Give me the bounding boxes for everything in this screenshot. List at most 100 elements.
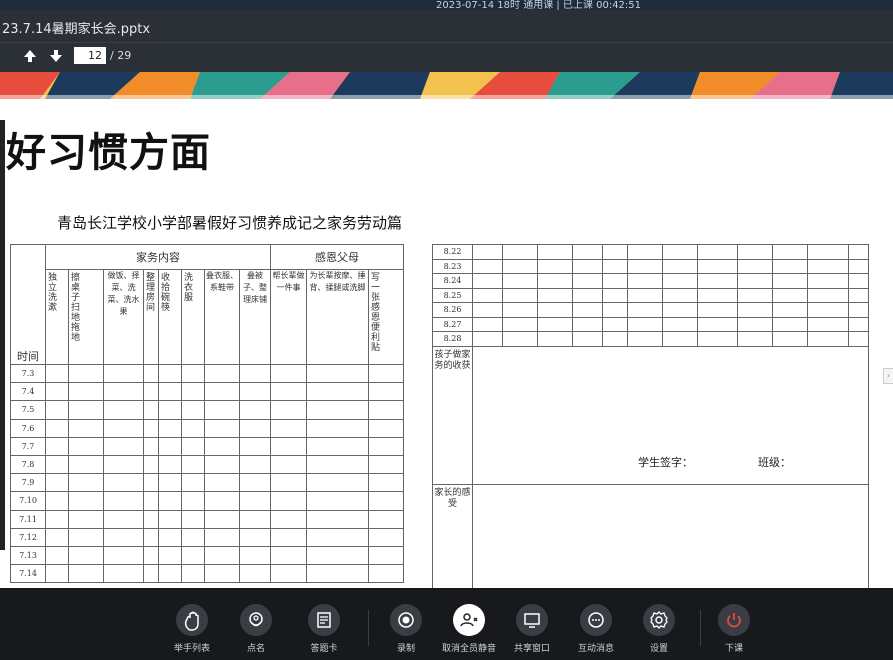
- gear-button[interactable]: 设置: [624, 604, 694, 654]
- empty-cell: [502, 302, 538, 318]
- date-cell: 8.23: [432, 258, 473, 274]
- table-row: 7.3: [10, 363, 404, 384]
- empty-cell: [737, 273, 773, 289]
- date-cell: 8.24: [432, 273, 473, 289]
- answer-card-button[interactable]: 答题卡: [289, 604, 359, 654]
- empty-cell: [737, 258, 773, 274]
- empty-cell: [502, 258, 538, 274]
- arrow-down-icon[interactable]: [46, 48, 66, 68]
- empty-cell: [697, 331, 738, 347]
- empty-cell: [772, 302, 808, 318]
- empty-cell: [270, 527, 307, 547]
- chevron-right-icon[interactable]: ›: [883, 368, 893, 384]
- time-header: 时间: [10, 244, 46, 365]
- table-row: 7.13: [10, 545, 404, 566]
- table-row: 7.10: [10, 491, 404, 511]
- date-cell: 7.6: [10, 418, 46, 438]
- empty-cell: [239, 545, 271, 566]
- date-cell: 8.27: [432, 316, 473, 332]
- hand-icon: [176, 604, 208, 636]
- empty-cell: [306, 473, 369, 493]
- empty-cell: [204, 418, 240, 438]
- empty-cell: [537, 273, 573, 289]
- empty-cell: [45, 527, 69, 547]
- share-window-button[interactable]: 共享窗口: [497, 604, 567, 654]
- empty-cell: [602, 244, 628, 260]
- empty-cell: [204, 545, 240, 566]
- empty-cell: [239, 436, 271, 456]
- empty-cell: [158, 473, 182, 493]
- empty-cell: [103, 527, 144, 547]
- empty-cell: [368, 564, 404, 584]
- empty-cell: [45, 382, 69, 402]
- answer-card-icon: [308, 604, 340, 636]
- empty-cell: [103, 545, 144, 566]
- column-header: 叠被子、整理床铺: [239, 269, 271, 365]
- control-label: 共享窗口: [513, 644, 550, 654]
- empty-cell: [368, 527, 404, 547]
- empty-cell: [103, 491, 144, 511]
- table-row: 8.26: [432, 302, 869, 318]
- empty-cell: [807, 258, 849, 274]
- empty-cell: [697, 316, 738, 332]
- location-pin-button[interactable]: 点名: [221, 604, 291, 654]
- empty-cell: [103, 436, 144, 456]
- empty-cell: [306, 400, 369, 420]
- empty-cell: [368, 473, 404, 493]
- empty-cell: [45, 545, 69, 566]
- empty-cell: [368, 509, 404, 529]
- arrow-up-icon[interactable]: [20, 48, 40, 68]
- empty-cell: [158, 545, 182, 566]
- empty-cell: [68, 436, 104, 456]
- table-row: 8.27: [432, 316, 869, 332]
- empty-cell: [143, 527, 159, 547]
- empty-cell: [103, 400, 144, 420]
- empty-cell: [848, 273, 869, 289]
- control-label: 点名: [246, 644, 265, 654]
- hand-button[interactable]: 举手列表: [157, 604, 227, 654]
- column-header: 帮长辈做一件事: [270, 269, 307, 365]
- empty-cell: [143, 454, 159, 475]
- empty-cell: [270, 491, 307, 511]
- chat-button[interactable]: 互动消息: [561, 604, 631, 654]
- empty-cell: [68, 564, 104, 584]
- empty-cell: [807, 244, 849, 260]
- unmute-all-button[interactable]: 取消全员静音: [434, 604, 504, 654]
- power-button[interactable]: 下课: [699, 604, 769, 654]
- empty-cell: [45, 491, 69, 511]
- empty-cell: [143, 418, 159, 438]
- record-button[interactable]: 录制: [371, 604, 441, 654]
- empty-cell: [158, 382, 182, 402]
- empty-cell: [181, 491, 205, 511]
- empty-cell: [204, 509, 240, 529]
- table-row: 7.11: [10, 509, 404, 529]
- empty-cell: [627, 287, 663, 303]
- empty-cell: [502, 331, 538, 347]
- empty-cell: [103, 363, 144, 384]
- empty-cell: [143, 545, 159, 566]
- empty-cell: [368, 418, 404, 438]
- empty-cell: [807, 287, 849, 303]
- empty-cell: [239, 527, 271, 547]
- empty-cell: [68, 491, 104, 511]
- date-cell: 7.9: [10, 473, 46, 493]
- empty-cell: [204, 473, 240, 493]
- empty-cell: [158, 491, 182, 511]
- empty-cell: [602, 287, 628, 303]
- date-cell: 7.12: [10, 527, 46, 547]
- page-number-input[interactable]: 12: [74, 47, 106, 64]
- empty-cell: [627, 302, 663, 318]
- empty-cell: [502, 244, 538, 260]
- column-header: 整理房间: [144, 272, 154, 312]
- location-pin-icon: [240, 604, 272, 636]
- empty-cell: [68, 545, 104, 566]
- table-row: 7.4: [10, 382, 404, 402]
- empty-cell: [807, 331, 849, 347]
- empty-cell: [270, 564, 307, 584]
- control-label: 下课: [724, 644, 743, 654]
- empty-cell: [68, 382, 104, 402]
- empty-cell: [772, 316, 808, 332]
- date-cell: 8.26: [432, 302, 473, 318]
- chat-icon: [580, 604, 612, 636]
- empty-cell: [368, 400, 404, 420]
